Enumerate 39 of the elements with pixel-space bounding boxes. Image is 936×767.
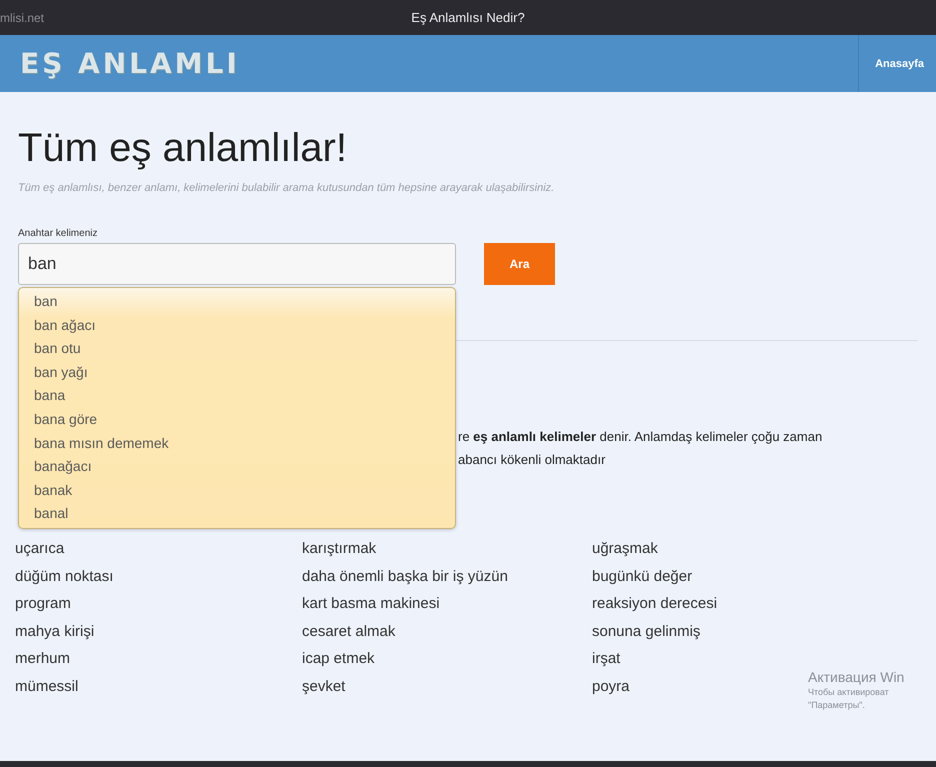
word-link[interactable]: uğraşmak — [592, 540, 658, 557]
suggestion-item[interactable]: ban — [19, 290, 455, 314]
word-link[interactable]: icap etmek — [302, 650, 375, 668]
word-link[interactable]: program — [15, 595, 71, 612]
word-link[interactable]: şevket — [302, 678, 346, 695]
word-link[interactable]: uçarıca — [15, 540, 64, 557]
word-link[interactable]: karıştırmak — [302, 540, 376, 557]
site-address: mlisi.net — [0, 10, 44, 24]
suggestion-item[interactable]: banak — [19, 478, 455, 502]
suggestion-item[interactable]: banağacı — [19, 455, 455, 479]
paragraph-line: abancı kökenli olmaktadır — [458, 451, 606, 469]
word-link[interactable]: kart basma makinesi — [302, 595, 440, 612]
paragraph-line: re eş anlamlı kelimeler denir. Anlamdaş kelimeler çoğu zaman — [458, 428, 822, 446]
activation-text: Чтобы активироват — [808, 686, 890, 699]
activation-text: "Параметры". — [808, 699, 866, 712]
activation-title: Активация Win — [808, 668, 904, 686]
word-link[interactable]: daha önemli başka bir iş yüzün — [302, 568, 508, 585]
word-link[interactable]: poyra — [592, 678, 630, 695]
subtitle: Tüm eş anlamlısı, benzer anlamı, kelimelerini bulabilir arama kutusundan tüm hepsine arayarak ulaşabilirsiniz. — [18, 182, 556, 194]
field-label: Anahtar kelimeniz — [18, 228, 98, 239]
word-link[interactable]: mümessil — [15, 678, 78, 695]
word-link[interactable]: irşat — [592, 650, 620, 668]
suggestion-item[interactable]: ban otu — [19, 337, 455, 361]
word-link[interactable]: sonuna gelinmiş — [592, 622, 700, 640]
word-link[interactable]: mahya kirişi — [15, 622, 94, 640]
suggestion-item[interactable]: ban ağacı — [19, 314, 455, 338]
word-link[interactable]: bugünkü değer — [592, 568, 692, 585]
word-link[interactable]: cesaret almak — [302, 622, 396, 640]
suggestion-item[interactable]: ban yağı — [19, 360, 455, 384]
suggestion-item[interactable]: bana mısın dememek — [19, 432, 455, 456]
main-heading: Tüm eş anlamlılar! — [18, 125, 348, 172]
suggestion-item[interactable]: bana göre — [19, 408, 455, 432]
word-link[interactable]: düğüm noktası — [15, 568, 114, 585]
suggestion-item[interactable]: banal — [19, 502, 455, 526]
page-title: Eş Anlamlısı Nedir? — [411, 10, 525, 25]
suggestion-item[interactable]: bana — [19, 384, 455, 408]
word-link[interactable]: merhum — [15, 650, 70, 668]
word-link[interactable]: reaksiyon derecesi — [592, 595, 718, 612]
search-field[interactable]: ban — [18, 243, 456, 285]
